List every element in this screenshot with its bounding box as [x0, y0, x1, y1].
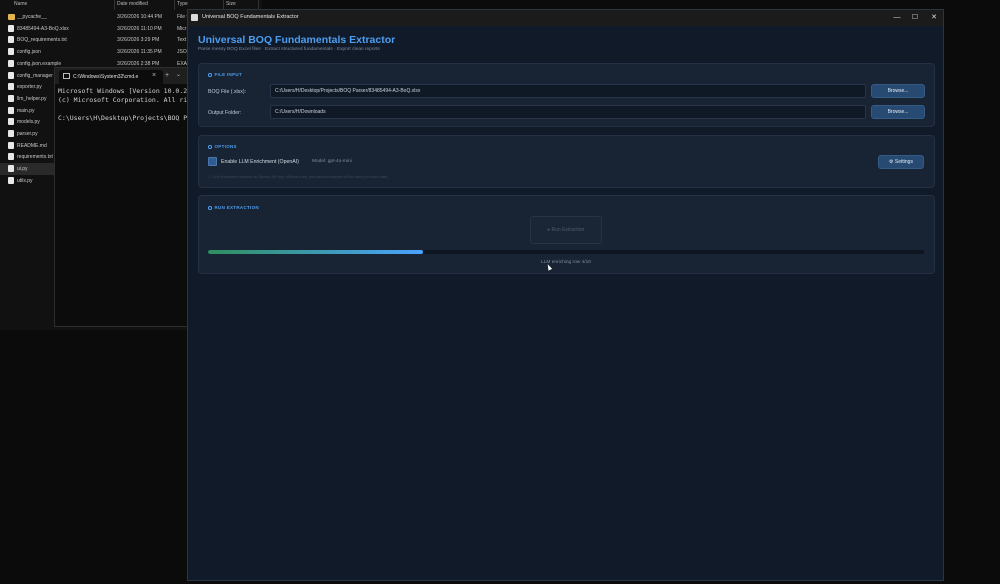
file-name: config.json.example [17, 60, 62, 67]
llm-hint-text: ⓘ LLM enrichment requires an OpenAI API … [208, 175, 389, 179]
section-icon [208, 73, 212, 77]
output-folder-input[interactable]: C:/Users/H/Downloads [270, 105, 866, 119]
terminal-line: C:\Users\H\Desktop\Projects\BOQ Par [58, 114, 188, 122]
file-name: parser.py [17, 131, 38, 137]
model-label: Model: gpt-4o-mini [312, 159, 352, 164]
file-name: __pycache__ [17, 14, 47, 20]
folder-icon [8, 14, 15, 20]
file-name: 83485494-A3-BoQ.xlsx [17, 25, 69, 32]
column-divider[interactable] [174, 0, 175, 10]
terminal-output[interactable]: Microsoft Windows [Version 10.0.262 (c) … [58, 87, 188, 123]
settings-button[interactable]: ⚙ Settings [878, 155, 924, 169]
file-date: 3/26/2026 11:35 PM [117, 49, 162, 56]
file-icon [8, 83, 14, 91]
maximize-button[interactable]: ☐ [906, 12, 924, 24]
file-date: 3/26/2026 3:29 PM [117, 37, 160, 44]
file-name: config.json [17, 49, 41, 56]
terminal-line: (c) Microsoft Corporation. All righ [58, 96, 188, 104]
window-title: Universal BOQ Fundamentals Extractor [202, 14, 299, 20]
section-title-text: FILE INPUT [214, 72, 242, 77]
file-icon [8, 94, 14, 102]
window-titlebar[interactable]: Universal BOQ Fundamentals Extractor — ☐… [188, 10, 943, 26]
file-icon [8, 153, 14, 161]
column-header-name[interactable]: Name [14, 1, 27, 10]
close-icon[interactable]: × [152, 72, 156, 79]
page-subtitle: Parse messy BOQ Excel files · Extract st… [198, 47, 380, 52]
terminal-tabbar: C:\Windows\System32\cmd.e × + ⌄ [55, 68, 187, 84]
terminal-window[interactable]: C:\Windows\System32\cmd.e × + ⌄ Microsof… [54, 67, 188, 327]
terminal-icon [63, 73, 70, 79]
run-extraction-button[interactable]: ▸ Run Extraction [530, 216, 602, 244]
llm-enrichment-checkbox[interactable] [208, 157, 217, 166]
column-divider[interactable] [114, 0, 115, 10]
file-date: 3/26/2026 11:10 PM [117, 25, 162, 32]
browse-boq-button[interactable]: Browse... [871, 84, 925, 98]
file-icon [8, 106, 14, 114]
file-type: Micr [177, 25, 187, 32]
app-icon [191, 14, 198, 21]
file-name: BOQ_requirements.txt [17, 37, 67, 44]
new-tab-icon[interactable]: + [165, 72, 169, 79]
file-input-card: FILE INPUT BOQ File (.xlsx): C:/Users/H/… [198, 63, 935, 127]
file-name: main.py [17, 107, 35, 114]
file-icon [8, 176, 14, 184]
browse-output-button[interactable]: Browse... [871, 105, 925, 119]
file-icon [8, 59, 14, 67]
page-title: Universal BOQ Fundamentals Extractor [198, 34, 396, 46]
file-date: 3/26/2026 10:44 PM [117, 14, 163, 20]
section-title-text: RUN EXTRACTION [214, 205, 259, 210]
file-icon [8, 141, 14, 149]
file-type: Text [177, 37, 187, 44]
section-title: RUN EXTRACTION [208, 205, 259, 210]
terminal-line: Microsoft Windows [Version 10.0.262 [58, 87, 188, 95]
file-icon [8, 36, 14, 44]
file-name: requirements.txt [17, 154, 53, 161]
output-folder-label: Output Folder: [208, 110, 242, 116]
section-icon [208, 206, 212, 210]
file-name: llm_helper.py [17, 95, 47, 102]
llm-enrichment-label[interactable]: Enable LLM Enrichment (OpenAI) [221, 159, 299, 165]
terminal-tab[interactable]: C:\Windows\System32\cmd.e × [59, 70, 163, 84]
file-date: 3/26/2026 2:38 PM [117, 60, 160, 67]
app-window: Universal BOQ Fundamentals Extractor — ☐… [187, 9, 944, 581]
boq-file-label: BOQ File (.xlsx): [208, 89, 247, 95]
file-name: config_manager [17, 72, 53, 79]
file-icon [8, 165, 14, 173]
file-icon [8, 24, 14, 32]
section-title: OPTIONS [208, 144, 237, 149]
column-header-date[interactable]: Date modified [117, 1, 148, 10]
file-icon [8, 71, 14, 79]
options-card: OPTIONS Enable LLM Enrichment (OpenAI) M… [198, 135, 935, 188]
chevron-down-icon[interactable]: ⌄ [176, 71, 181, 78]
file-name: models.py [17, 119, 40, 126]
section-title: FILE INPUT [208, 72, 242, 77]
file-icon [8, 48, 14, 56]
boq-file-input[interactable]: C:/Users/H/Desktop/Projects/BOQ Parser/8… [270, 84, 866, 98]
file-name: README.md [17, 142, 47, 149]
close-button[interactable]: ✕ [925, 12, 943, 24]
section-title-text: OPTIONS [214, 144, 237, 149]
file-icon [8, 130, 14, 137]
run-extraction-card: RUN EXTRACTION ▸ Run Extraction LLM enri… [198, 195, 935, 274]
minimize-button[interactable]: — [888, 12, 906, 24]
file-name: exporter.py [17, 84, 42, 91]
file-icon [8, 118, 14, 126]
progress-bar [208, 250, 924, 254]
desktop: Name Date modified Type Size __pycache__… [0, 0, 1000, 584]
file-name: utils.py [17, 177, 33, 184]
terminal-tab-title: C:\Windows\System32\cmd.e [73, 74, 139, 80]
status-text: LLM enriching row 4/10 [541, 260, 591, 265]
section-icon [208, 145, 212, 149]
file-name: ui.py [17, 166, 28, 173]
progress-fill [208, 250, 423, 254]
